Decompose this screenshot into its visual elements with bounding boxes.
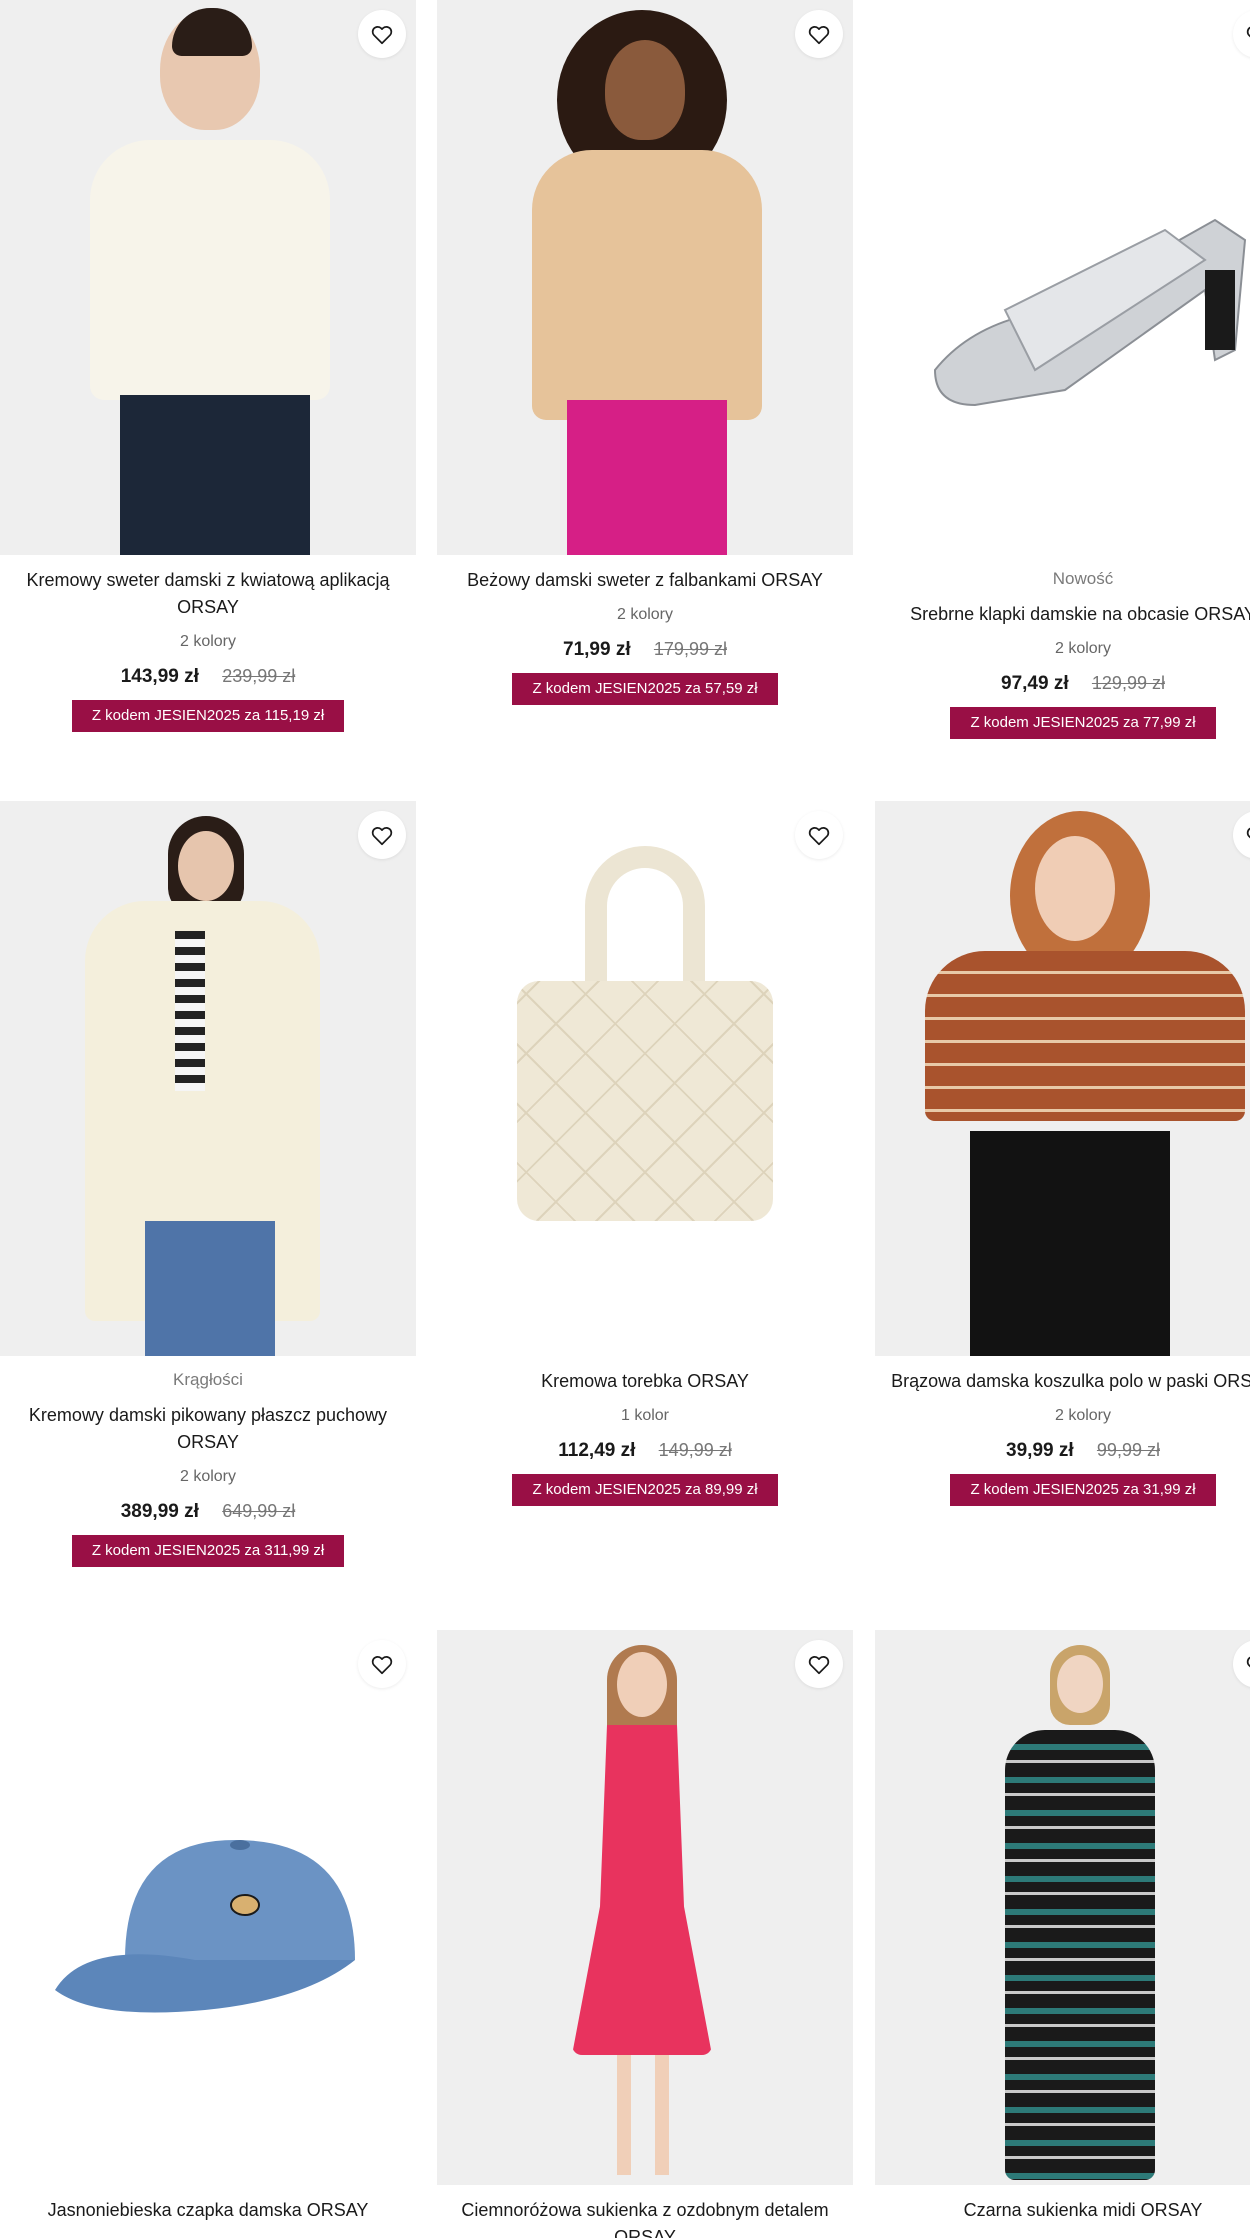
product-title[interactable]: Srebrne klapki damskie na obcasie ORSAY [875,601,1250,628]
promo-badge: Z kodem JESIEN2025 za 77,99 zł [950,707,1216,739]
product-card[interactable]: Kremowy sweter damski z kwiatową aplikac… [0,0,416,732]
product-card[interactable]: Kremowa torebka ORSAY 1 kolor 112,49 zł … [437,801,853,1506]
old-price: 649,99 zł [222,1501,296,1521]
price-row: 97,49 zł 129,99 zł [875,670,1250,697]
product-info: Czarna sukienka midi ORSAY [875,2185,1250,2224]
product-grid: Kremowy sweter damski z kwiatową aplikac… [0,0,1250,2238]
heart-outline-icon [1246,827,1250,839]
current-price: 39,99 zł [1006,1440,1074,1461]
product-title[interactable]: Czarna sukienka midi ORSAY [875,2197,1250,2224]
current-price: 71,99 zł [563,639,631,660]
heart-outline-icon [1246,1656,1250,1668]
product-info: Beżowy damski sweter z falbankami ORSAY … [437,555,853,705]
product-image[interactable] [875,1630,1250,2185]
favorite-button[interactable] [795,10,843,58]
heart-outline-icon [371,25,393,45]
product-card[interactable]: Ciemnoróżowa sukienka z ozdobnym detalem… [437,1630,853,2238]
price-row: 71,99 zł 179,99 zł [437,636,853,663]
product-title[interactable]: Brązowa damska koszulka polo w paski ORS… [875,1368,1250,1395]
product-title[interactable]: Kremowy damski pikowany płaszcz puchowy … [0,1402,416,1456]
favorite-button[interactable] [358,811,406,859]
color-count: 2 kolory [1054,1407,1112,1424]
heart-outline-icon [808,826,830,846]
product-card[interactable]: Czarna sukienka midi ORSAY [875,1630,1250,2224]
price-row: 389,99 zł 649,99 zł [0,1498,416,1525]
color-count: 1 kolor [620,1407,670,1424]
product-image[interactable] [0,0,416,555]
old-price: 239,99 zł [222,666,296,686]
product-title[interactable]: Ciemnoróżowa sukienka z ozdobnym detalem… [437,2197,853,2238]
product-title[interactable]: Kremowa torebka ORSAY [437,1368,853,1395]
product-card[interactable]: Krągłości Kremowy damski pikowany płaszc… [0,801,416,1567]
product-info: Nowość Srebrne klapki damskie na obcasie… [875,555,1250,739]
old-price: 129,99 zł [1091,673,1165,693]
product-image[interactable] [437,1630,853,2185]
color-count: 2 kolory [179,1468,237,1485]
old-price: 149,99 zł [658,1440,732,1460]
heart-outline-icon [808,1655,830,1675]
product-image[interactable] [437,801,853,1356]
current-price: 389,99 zł [120,1501,199,1522]
product-title[interactable]: Kremowy sweter damski z kwiatową aplikac… [0,567,416,621]
current-price: 112,49 zł [558,1440,636,1461]
promo-badge: Z kodem JESIEN2025 za 89,99 zł [512,1474,778,1506]
product-image[interactable] [437,0,853,555]
product-info: Brązowa damska koszulka polo w paski ORS… [875,1356,1250,1506]
price-row: 143,99 zł 239,99 zł [0,663,416,690]
product-image[interactable] [0,1630,416,2185]
product-info: Kremowy sweter damski z kwiatową aplikac… [0,555,416,732]
product-card[interactable]: Beżowy damski sweter z falbankami ORSAY … [437,0,853,705]
heart-outline-icon [808,25,830,45]
old-price: 179,99 zł [653,639,727,659]
product-image[interactable] [0,801,416,1356]
color-count: 2 kolory [1054,640,1112,657]
promo-badge: Z kodem JESIEN2025 za 311,99 zł [71,1535,345,1567]
promo-badge: Z kodem JESIEN2025 za 57,59 zł [512,673,778,705]
product-info: Jasnoniebieska czapka damska ORSAY [0,2185,416,2224]
product-card[interactable]: Brązowa damska koszulka polo w paski ORS… [875,801,1250,1506]
product-card[interactable]: Jasnoniebieska czapka damska ORSAY [0,1630,416,2224]
price-row: 112,49 zł 149,99 zł [437,1437,853,1464]
heart-outline-icon [371,826,393,846]
color-count: 2 kolory [616,606,674,623]
product-image[interactable] [875,0,1250,555]
price-row: 39,99 zł 99,99 zł [875,1437,1250,1464]
product-title[interactable]: Beżowy damski sweter z falbankami ORSAY [437,567,853,594]
heart-outline-icon [371,1655,393,1675]
color-count: 2 kolory [179,633,237,650]
product-image[interactable] [875,801,1250,1356]
product-flag: Krągłości [173,1370,243,1389]
heart-outline-icon [1246,26,1250,38]
current-price: 97,49 zł [1001,673,1069,694]
favorite-button[interactable] [358,10,406,58]
old-price: 99,99 zł [1096,1440,1160,1460]
product-title[interactable]: Jasnoniebieska czapka damska ORSAY [0,2197,416,2224]
product-info: Ciemnoróżowa sukienka z ozdobnym detalem… [437,2185,853,2238]
favorite-button[interactable] [358,1640,406,1688]
promo-badge: Z kodem JESIEN2025 za 115,19 zł [71,700,345,732]
product-flag: Nowość [1052,569,1114,588]
promo-badge: Z kodem JESIEN2025 za 31,99 zł [950,1474,1216,1506]
favorite-button[interactable] [795,1640,843,1688]
favorite-button[interactable] [795,811,843,859]
product-card[interactable]: Nowość Srebrne klapki damskie na obcasie… [875,0,1250,739]
current-price: 143,99 zł [120,666,199,687]
product-info: Krągłości Kremowy damski pikowany płaszc… [0,1356,416,1567]
product-info: Kremowa torebka ORSAY 1 kolor 112,49 zł … [437,1356,853,1506]
